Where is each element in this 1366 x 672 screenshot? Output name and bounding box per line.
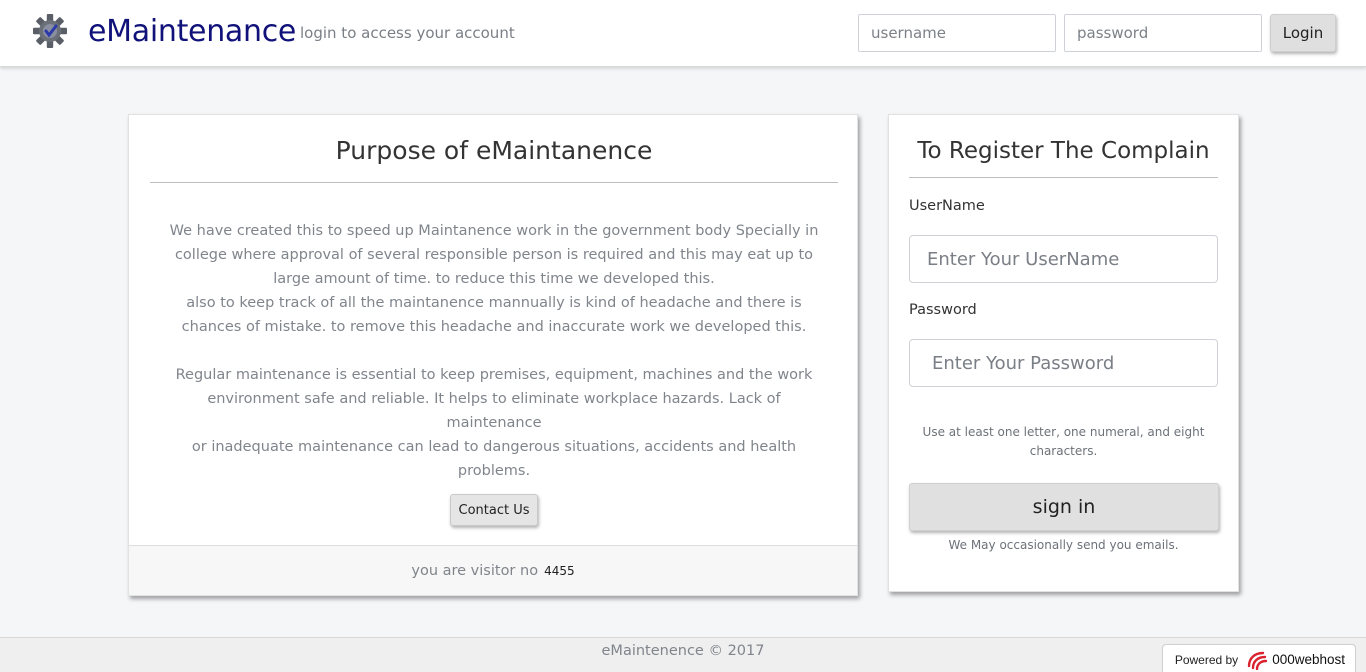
powered-by-label: Powered by <box>1174 652 1239 667</box>
purpose-title: Purpose of eMaintanence <box>335 136 653 165</box>
purpose-line: or inadequate maintenance can lead to da… <box>191 439 797 455</box>
header-username-input[interactable] <box>858 14 1056 52</box>
purpose-line: chances of mistake. to remove this heada… <box>181 319 807 335</box>
password-hint-line: Use at least one letter, one numeral, an… <box>922 425 1205 439</box>
purpose-line: college where approval of several respon… <box>174 247 814 263</box>
purpose-line: environment safe and reliable. It helps … <box>207 391 781 431</box>
contact-us-button[interactable]: Contact Us <box>450 494 538 526</box>
login-button[interactable]: Login <box>1270 14 1336 52</box>
password-label: Password <box>909 302 977 318</box>
visitor-footer: you are visitor no 4455 <box>129 545 857 595</box>
brand-title[interactable]: eMaintenance <box>88 13 296 51</box>
sign-in-button[interactable]: sign in <box>909 483 1219 531</box>
top-navbar: eMaintenance login to access your accoun… <box>0 0 1366 67</box>
purpose-divider <box>150 182 838 183</box>
gear-logo-icon <box>33 14 67 48</box>
register-title: To Register The Complain <box>917 138 1210 164</box>
powered-by-badge[interactable]: Powered by 000webhost <box>1161 644 1356 672</box>
purpose-card: Purpose of eMaintanence We have created … <box>128 114 858 596</box>
purpose-line: large amount of time. to reduce this tim… <box>273 271 715 287</box>
purpose-description: We have created this to speed up Maintan… <box>167 219 821 483</box>
password-hint-line: characters. <box>1029 444 1098 458</box>
page-footer: eMaintenence © 2017 Powered by 000webhos… <box>0 637 1366 672</box>
register-divider <box>909 177 1218 178</box>
purpose-line: also to keep track of all the maintanenc… <box>186 295 802 311</box>
register-card: To Register The Complain UserName Passwo… <box>888 114 1239 592</box>
header-tagline: login to access your account <box>300 24 515 42</box>
host-name: 000webhost <box>1272 652 1345 667</box>
username-label: UserName <box>909 198 985 214</box>
visitor-count: 4455 <box>544 564 575 578</box>
visitor-label: you are visitor no <box>411 563 539 579</box>
copyright-text: eMaintenence © 2017 <box>601 643 765 659</box>
purpose-line: problems. <box>457 463 531 479</box>
register-password-input[interactable] <box>909 339 1218 387</box>
password-hint: Use at least one letter, one numeral, an… <box>919 423 1208 461</box>
register-username-input[interactable] <box>909 235 1218 283</box>
email-note: We May occasionally send you emails. <box>948 538 1179 552</box>
purpose-line: Regular maintenance is essential to keep… <box>175 367 813 383</box>
header-password-input[interactable] <box>1064 14 1262 52</box>
purpose-line: We have created this to speed up Maintan… <box>169 223 819 239</box>
webhost-swirl-icon <box>1247 651 1268 670</box>
